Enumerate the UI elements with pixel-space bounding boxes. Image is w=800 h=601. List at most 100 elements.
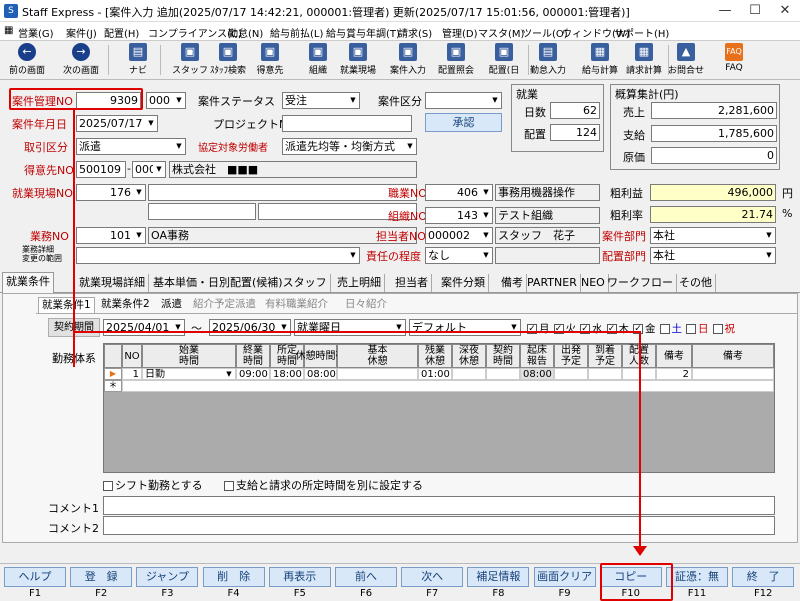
tab-9[interactable]: ワークフロー [604,274,677,292]
detail-select[interactable]: ▼ [76,247,360,264]
case-type-select[interactable]: ▼ [425,92,502,109]
resp-select[interactable]: なし ▼ [425,247,493,264]
minimize-icon[interactable]: — [710,2,740,20]
separate-option[interactable]: 支給と請求の所定時間を別に設定する [224,477,423,493]
menu-item-2[interactable]: 配置(H) [104,25,139,40]
worksite-extra-1[interactable] [148,203,256,220]
tab-1[interactable]: 就業現場詳細 [76,274,149,292]
toolbar-button-12[interactable]: ▦ 給与計算 [578,43,622,78]
approve-button[interactable]: 承認 [425,113,502,132]
toolbar-button-14[interactable]: ▲ お問合せ [664,43,708,78]
toolbar-button-5[interactable]: ▣ 得意先 [248,43,292,78]
worksite-no-select[interactable]: 176 ▼ [76,184,146,201]
weekday-2[interactable]: ✓ 水 [580,323,603,335]
checkbox-icon[interactable] [103,481,113,491]
fkey-button-f7[interactable]: 次へ [401,567,464,587]
case-status-select[interactable]: 受注 ▼ [282,92,360,109]
contract-type-select[interactable]: 派遣 ▼ [76,138,186,155]
menu-item-0[interactable]: 営業(G) [18,25,54,40]
weekday-0[interactable]: ✓ 月 [527,323,550,335]
fkey-button-f1[interactable]: ヘルプ [4,567,66,587]
comment1-input[interactable] [103,496,775,515]
period-from-input[interactable]: 2025/04/01 ▼ [103,319,185,336]
weekday-6[interactable]: 日 [686,323,709,335]
grid-cell-13[interactable]: 2 [656,368,692,380]
tab-2[interactable]: 基本単価・日別配置(候補)スタッフ [150,274,331,292]
menu-item-9[interactable]: マスタ(M) [478,25,524,40]
weekday-3[interactable]: ✓ 木 [606,323,629,335]
grid-cell-11[interactable] [588,368,622,380]
customer-sub-select[interactable]: 000 ▼ [132,161,166,178]
toolbar-button-7[interactable]: ▣ 就業現場 [336,43,380,78]
comment2-input[interactable] [103,516,775,535]
menu-item-8[interactable]: 管理(D) [442,25,478,40]
subtab-2[interactable]: 派遣 [158,297,185,313]
toolbar-button-2[interactable]: ▤ ナビ [116,43,160,78]
weekday-4[interactable]: ✓ 金 [633,323,656,335]
tab-5[interactable]: 案件分類 [438,274,489,292]
fkey-button-f6[interactable]: 前へ [335,567,397,587]
fkey-button-f5[interactable]: 再表示 [268,567,331,587]
grid-cell-1[interactable]: 日勤 ▼ [142,368,236,380]
grid-cell-6[interactable]: 01:00 [418,368,452,380]
toolbar-button-4[interactable]: ▣ ｽﾀｯﾌ検索 [206,43,250,78]
menu-item-6[interactable]: 給与賞与年調(T) [326,25,400,40]
toolbar-button-6[interactable]: ▣ 組織 [296,43,340,78]
close-icon[interactable]: ✕ [770,2,800,20]
tab-0[interactable]: 就業条件 [2,272,54,293]
grid-cell-8[interactable] [486,368,520,380]
tab-3[interactable]: 売上明細 [334,274,385,292]
subtab-0[interactable]: 就業条件1 [38,297,95,313]
toolbar-button-11[interactable]: ▤ 勤怠入力 [526,43,570,78]
checkbox-icon[interactable] [686,324,696,334]
menu-item-1[interactable]: 案件(J) [66,25,97,40]
menu-item-10[interactable]: ツール(O) [522,25,568,40]
grid-cell-2[interactable]: 09:00 [236,368,270,380]
tab-4[interactable]: 担当者 [392,274,432,292]
day-type-select[interactable]: 就業曜日 ▼ [294,319,406,336]
grid-cell-note[interactable] [692,368,774,380]
grid-cell-0[interactable]: 1 [122,368,142,380]
grid-cell-4[interactable]: 08:00 [304,368,337,380]
fkey-button-f2[interactable]: 登 録 [70,567,133,587]
toolbar-button-15[interactable]: FAQ FAQ [712,43,756,78]
toolbar-button-10[interactable]: ▣ 配置(日 [482,43,526,78]
grid-cell-5[interactable] [337,368,418,380]
weekday-1[interactable]: ✓ 火 [553,323,576,335]
subtab-3[interactable]: 紹介予定派遣 [190,297,259,313]
pattern-select[interactable]: デフォルト ▼ [409,319,521,336]
toolbar-button-9[interactable]: ▣ 配置照会 [434,43,478,78]
grid-cell-10[interactable] [554,368,588,380]
person-no-select[interactable]: 000002 ▼ [425,227,493,244]
customer-no-input[interactable]: 500109 [76,161,126,178]
case-date-input[interactable]: 2025/07/17 ▼ [76,115,158,132]
fkey-button-f12[interactable]: 終 了 [732,567,795,587]
toolbar-button-13[interactable]: ▦ 請求計算 [622,43,666,78]
new-row[interactable] [122,380,774,392]
place-dept-select[interactable]: 本社 ▼ [650,247,776,264]
fkey-button-f11[interactable]: 証憑：無 [666,567,728,587]
job-no-select[interactable]: 406 ▼ [425,184,493,201]
tab-7[interactable]: PARTNER [524,274,581,292]
fkey-button-f9[interactable]: 画面クリア [533,567,596,587]
menu-item-12[interactable]: サポート(H) [614,25,669,40]
maximize-icon[interactable]: ☐ [740,2,770,20]
period-to-input[interactable]: 2025/06/30 ▼ [209,319,291,336]
case-dept-select[interactable]: 本社 ▼ [650,227,776,244]
checkbox-icon[interactable] [224,481,234,491]
grid-cell-3[interactable]: 18:00 [270,368,304,380]
target-worker-select[interactable]: 派遣先均等・均衡方式 ▼ [282,138,417,155]
fkey-button-f4[interactable]: 削 除 [202,567,265,587]
tab-10[interactable]: その他 [676,274,716,292]
grid-cell-9[interactable]: 08:00 [520,368,554,380]
case-no-suffix-select[interactable]: 000 ▼ [146,92,186,109]
fkey-button-f8[interactable]: 補足情報 [467,567,530,587]
menu-item-7[interactable]: 請求(S) [398,25,432,40]
menu-item-5[interactable]: 給与前払(L) [270,25,323,40]
checkbox-icon[interactable] [712,324,723,334]
subtab-1[interactable]: 就業条件2 [98,297,153,313]
org-no-select[interactable]: 143 ▼ [425,207,493,224]
checkbox-icon[interactable] [659,324,670,334]
toolbar-button-1[interactable]: → 次の画面 [56,43,106,78]
grid-cell-7[interactable] [452,368,486,380]
